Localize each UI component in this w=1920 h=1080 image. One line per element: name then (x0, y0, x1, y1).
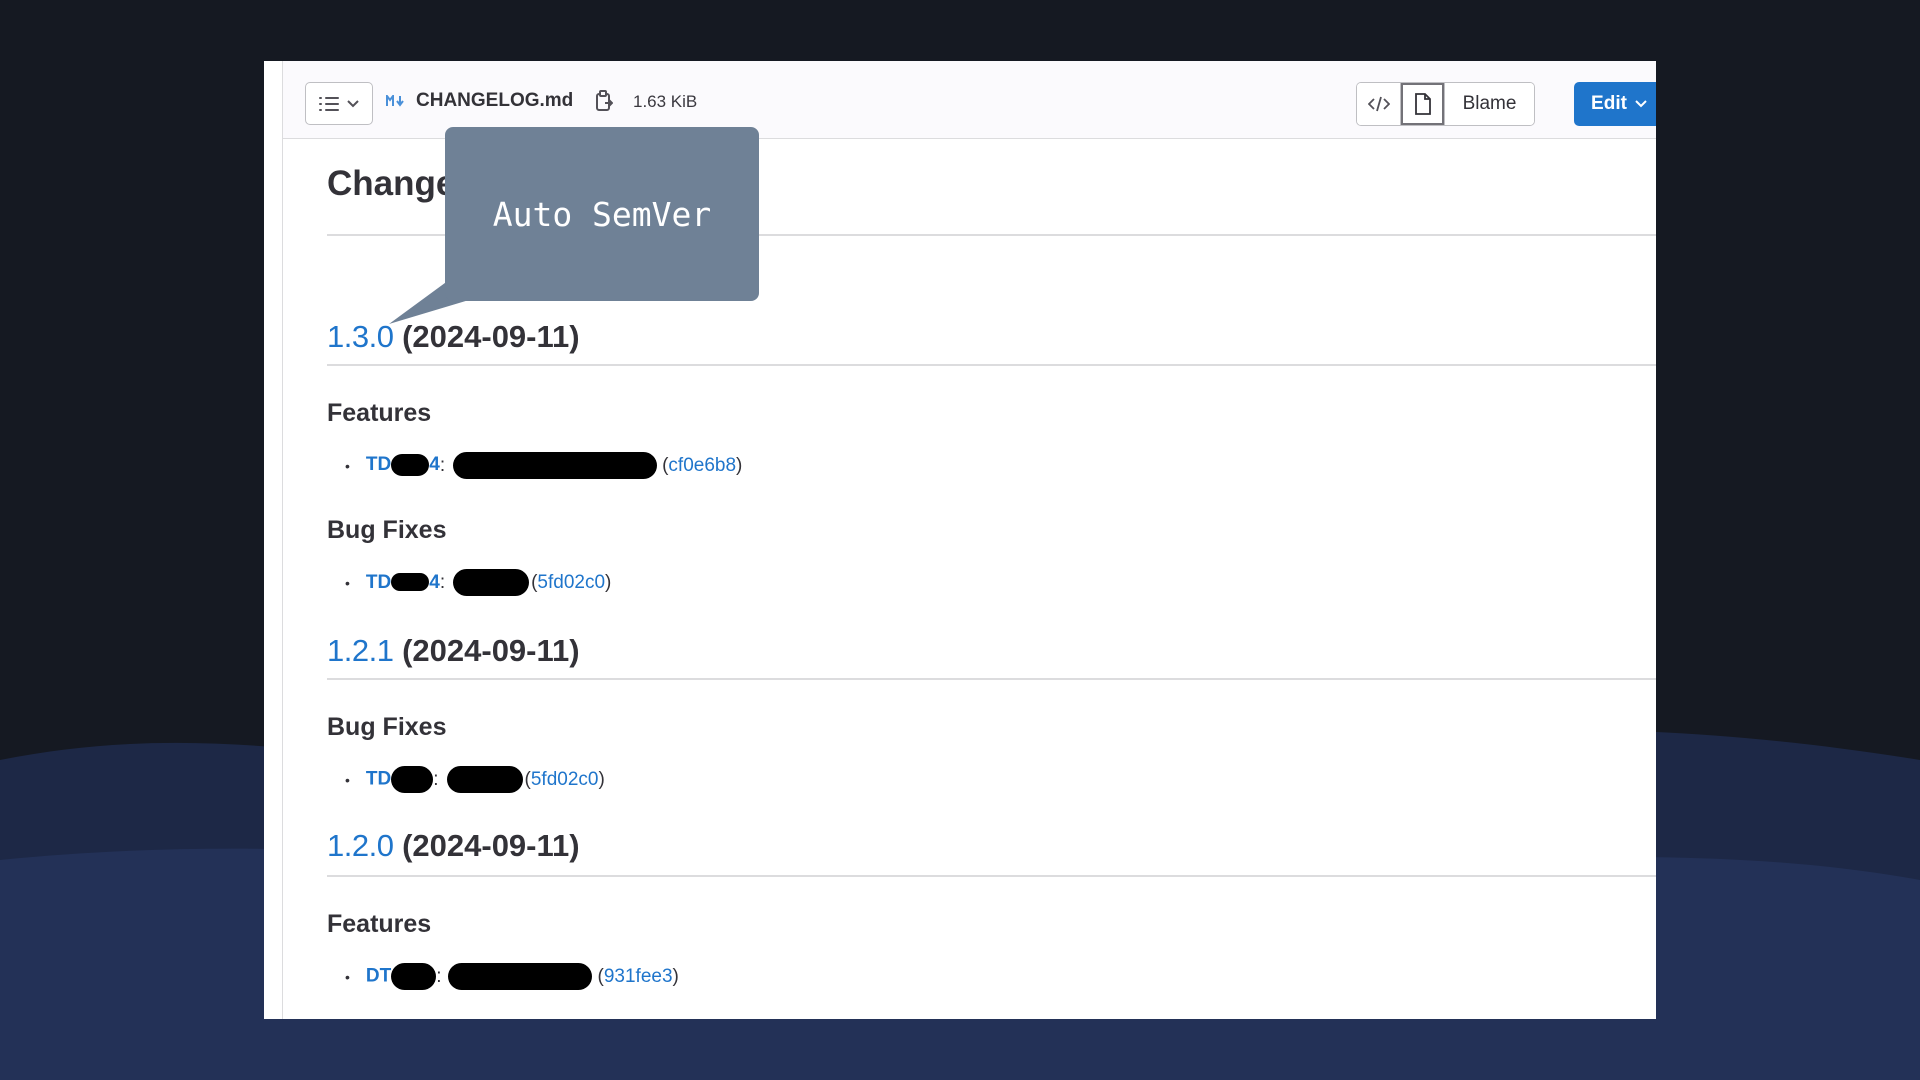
code-icon (1367, 96, 1390, 112)
file-icon (1414, 93, 1431, 115)
release-heading: 1.2.1 (2024-09-11) (327, 633, 580, 669)
markdown-icon (386, 93, 406, 112)
version-link[interactable]: 1.3.0 (327, 319, 394, 354)
section-heading: Features (327, 910, 432, 938)
issue-link[interactable]: TD 4 (366, 454, 440, 477)
chevron-down-icon (347, 99, 359, 107)
blame-button[interactable]: Blame (1445, 83, 1534, 125)
commit-link[interactable]: 5fd02c0 (537, 572, 605, 594)
commit-link[interactable]: 5fd02c0 (531, 769, 599, 791)
release-divider (327, 678, 1656, 680)
release-heading: 1.2.0 (2024-09-11) (327, 828, 580, 864)
callout-text: Auto SemVer (492, 194, 712, 234)
chevron-down-icon (1635, 100, 1647, 108)
redacted-description (453, 569, 530, 596)
section-heading: Bug Fixes (327, 516, 447, 544)
view-source-button[interactable] (1357, 83, 1401, 125)
issue-link[interactable]: TD (366, 766, 434, 793)
list-item: • DT : ( 931fee3 ) (345, 963, 679, 990)
redacted-description (446, 766, 523, 793)
page-title: Change (327, 164, 456, 203)
file-name: CHANGELOG.md (416, 90, 574, 111)
release-divider (327, 875, 1656, 877)
section-heading: Features (327, 399, 432, 427)
release-date: (2024-09-11) (402, 633, 580, 668)
issue-link[interactable]: DT (366, 963, 437, 990)
bullet: • (345, 457, 350, 474)
list-item: • TD 4 : ( 5fd02c0 ) (345, 569, 611, 596)
file-size: 1.63 KiB (633, 92, 698, 111)
commit-link[interactable]: 931fee3 (604, 966, 673, 988)
callout-bubble: Auto SemVer (445, 127, 759, 301)
edit-button[interactable]: Edit (1574, 82, 1656, 126)
bullet: • (345, 968, 350, 985)
issue-link[interactable]: TD 4 (366, 572, 440, 594)
commit-link[interactable]: cf0e6b8 (668, 455, 736, 477)
edit-label: Edit (1591, 93, 1627, 114)
version-link[interactable]: 1.2.1 (327, 633, 394, 668)
release-divider (327, 364, 1656, 366)
version-link[interactable]: 1.2.0 (327, 828, 394, 863)
list-item: • TD : ( 5fd02c0 ) (345, 766, 605, 793)
section-heading: Bug Fixes (327, 713, 447, 741)
view-rendered-button[interactable] (1401, 83, 1445, 125)
redacted-description (447, 963, 592, 990)
view-mode-group: Blame (1356, 82, 1535, 126)
table-of-contents-button[interactable] (305, 82, 373, 125)
copy-path-icon[interactable] (595, 90, 614, 117)
bullet: • (345, 574, 350, 591)
list-icon (319, 96, 339, 111)
release-date: (2024-09-11) (402, 828, 580, 863)
bullet: • (345, 771, 350, 788)
redacted-description (453, 452, 658, 479)
list-item: • TD 4 : ( cf0e6b8 ) (345, 452, 742, 479)
